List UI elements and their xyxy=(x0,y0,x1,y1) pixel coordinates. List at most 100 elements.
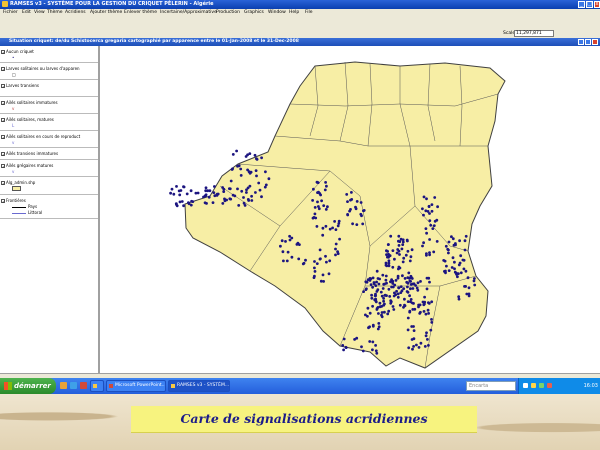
system-tray: 16:03 xyxy=(518,378,600,394)
layer-checkbox[interactable]: ✓ xyxy=(1,199,5,204)
report-marker xyxy=(430,318,433,321)
layer-checkbox[interactable]: ✓ xyxy=(1,101,5,106)
legend-item[interactable]: Ailés solitaires, matures xyxy=(6,117,54,122)
report-marker xyxy=(257,181,261,185)
report-marker xyxy=(430,321,434,324)
legend-divider xyxy=(0,113,98,114)
menu-item-view[interactable]: View xyxy=(34,9,45,17)
layer-checkbox[interactable]: ✓ xyxy=(1,67,5,72)
minimize-button[interactable]: _ xyxy=(578,1,585,8)
report-marker xyxy=(391,265,395,269)
view-minimize-button[interactable] xyxy=(578,39,584,45)
report-marker xyxy=(375,351,379,355)
report-marker xyxy=(374,300,378,304)
legend-item[interactable]: Ailés transiens immatures xyxy=(6,151,58,156)
maximize-button[interactable]: □ xyxy=(586,1,593,8)
close-button[interactable]: x xyxy=(594,1,600,8)
quicklaunch-icon[interactable] xyxy=(80,382,87,389)
menu-item-edit[interactable]: Edit xyxy=(22,9,31,17)
layer-checkbox[interactable]: ✓ xyxy=(1,118,5,123)
menu-item-file[interactable]: File xyxy=(305,9,313,17)
report-marker xyxy=(368,340,372,343)
tray-icon[interactable] xyxy=(523,383,528,388)
legend-item[interactable]: Ailés solitaires en cours de reproduct xyxy=(6,134,80,139)
report-marker xyxy=(401,260,405,264)
menu-item-enlever-theme[interactable]: Enlever thème xyxy=(124,9,157,17)
layer-checkbox[interactable]: ✓ xyxy=(1,164,5,169)
report-marker xyxy=(331,226,334,230)
tray-icon[interactable] xyxy=(547,383,552,388)
view-close-button[interactable] xyxy=(592,39,598,45)
quicklaunch-icon[interactable] xyxy=(70,382,77,389)
report-marker xyxy=(362,290,365,293)
report-marker xyxy=(433,196,437,199)
layer-checkbox[interactable]: ✓ xyxy=(1,50,5,55)
menu-item-theme[interactable]: Thème xyxy=(47,9,63,17)
taskbar-task-ramses[interactable]: RAMSES v3 - SYSTÈM... xyxy=(168,380,230,392)
report-marker xyxy=(365,287,368,291)
start-button[interactable]: démarrer xyxy=(0,378,56,394)
title-bar: RAMSES v3 - SYSTÈME POUR LA GESTION DU C… xyxy=(0,0,600,9)
report-marker xyxy=(286,250,290,254)
taskbar-task[interactable] xyxy=(90,380,104,392)
menu-item-window[interactable]: Window xyxy=(268,9,286,17)
legend-item[interactable]: Larves transiens xyxy=(6,83,39,88)
report-marker xyxy=(386,250,389,253)
report-marker xyxy=(417,346,421,349)
legend-item[interactable]: Ailés grégaires matures xyxy=(6,163,53,168)
start-label: démarrer xyxy=(14,382,51,390)
legend-item[interactable]: Ailés solitaires immatures xyxy=(6,100,58,105)
legend-item[interactable]: Larves solitaires ou larves d'apparen xyxy=(6,66,80,71)
report-marker xyxy=(430,209,434,213)
report-marker xyxy=(406,285,409,289)
report-marker xyxy=(321,226,325,230)
report-marker xyxy=(254,191,257,194)
menu-item-ajouter-theme[interactable]: Ajouter thème xyxy=(90,9,122,17)
quicklaunch-icon[interactable] xyxy=(60,382,67,389)
menu-item-acridiens[interactable]: Acridiens xyxy=(65,9,86,17)
report-marker xyxy=(425,287,429,291)
layer-checkbox[interactable]: ✓ xyxy=(1,152,5,157)
scale-input[interactable]: 11,297,871 xyxy=(514,30,554,37)
report-marker xyxy=(370,293,373,297)
layer-checkbox[interactable]: ✓ xyxy=(1,135,5,140)
report-marker xyxy=(427,312,430,315)
admin-fill-swatch xyxy=(12,186,21,191)
report-marker xyxy=(381,273,385,277)
menu-item-graphics[interactable]: Graphics xyxy=(244,9,264,17)
tray-icon[interactable] xyxy=(531,383,536,388)
legend-item[interactable]: Alg_admin.shp xyxy=(6,180,35,185)
report-marker xyxy=(344,346,348,349)
app-icon xyxy=(2,1,8,7)
menu-item-incertaine[interactable]: Incertaine/Approximative xyxy=(160,9,217,17)
report-marker xyxy=(401,243,405,247)
report-marker xyxy=(282,259,285,263)
menu-item-production[interactable]: Production xyxy=(216,9,240,17)
taskbar-task-powerpoint[interactable]: Microsoft PowerPoint... xyxy=(106,380,166,392)
report-marker xyxy=(207,195,211,199)
report-marker xyxy=(444,244,448,248)
report-marker xyxy=(409,300,412,304)
legend-divider xyxy=(0,159,98,160)
view-maximize-button[interactable] xyxy=(585,39,591,45)
report-marker xyxy=(368,325,371,329)
report-marker xyxy=(387,309,391,313)
legend-item[interactable]: Frontières xyxy=(6,198,26,203)
tray-icon[interactable] xyxy=(539,383,544,388)
report-marker xyxy=(463,248,467,252)
layer-checkbox[interactable]: ✓ xyxy=(1,181,5,186)
report-marker xyxy=(175,204,179,208)
menu-item-help[interactable]: Help xyxy=(289,9,299,17)
report-marker xyxy=(387,287,391,291)
menu-item-fichier[interactable]: Fichier xyxy=(3,9,18,17)
legend-item[interactable]: Aucun criquet xyxy=(6,49,34,54)
layer-checkbox[interactable]: ✓ xyxy=(1,84,5,89)
report-marker xyxy=(406,239,409,243)
report-marker xyxy=(263,185,267,189)
search-input[interactable]: Encarta xyxy=(466,381,516,391)
map-view[interactable] xyxy=(100,46,600,373)
report-marker xyxy=(324,208,328,211)
report-marker xyxy=(318,257,322,261)
report-marker xyxy=(391,282,395,285)
report-marker xyxy=(462,258,466,262)
